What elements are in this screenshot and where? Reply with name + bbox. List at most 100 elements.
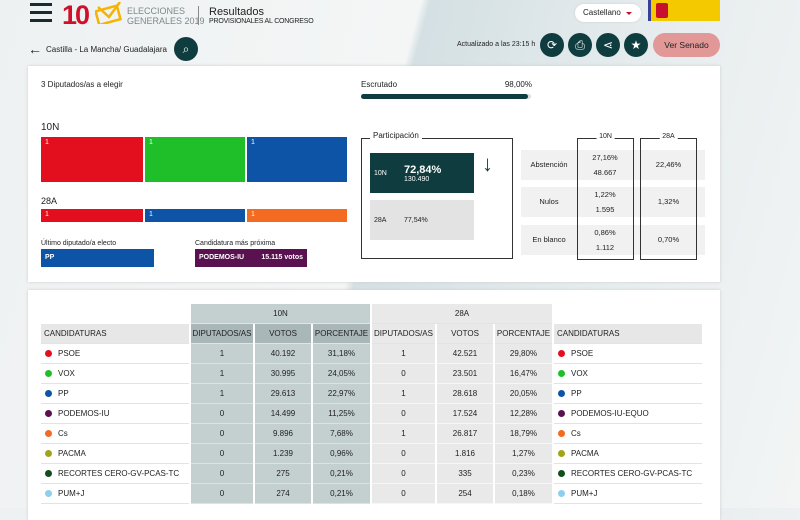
votes-10n: 14.499 <box>255 404 311 424</box>
party-color-dot <box>558 450 565 457</box>
pct-10n: 0,21% <box>313 484 370 504</box>
group-10n: 10N <box>191 304 370 324</box>
stat-label: En blanco <box>532 235 566 244</box>
party-cell: PUM+J <box>41 484 189 504</box>
seats-10n: 0 <box>191 424 253 444</box>
col-candidaturas: CANDIDATURAS <box>41 324 189 344</box>
party-color-dot <box>558 470 565 477</box>
pct-10n: 7,68% <box>313 424 370 444</box>
seats-28a: 1 <box>372 384 435 404</box>
party-name: PP <box>58 389 69 398</box>
seat-bar-28a-cs: 1 <box>247 209 347 222</box>
share-icon[interactable]: ⋖ <box>596 33 620 57</box>
participation-28a: 28A 77,54% <box>370 200 474 240</box>
seats-10n: 0 <box>191 484 253 504</box>
party-name: PACMA <box>58 449 86 458</box>
next-party-box: PODEMOS-IU 15.115 votos <box>195 249 307 267</box>
party-cell: PODEMOS-IU <box>41 404 189 424</box>
next-party-votes: 15.115 votos <box>261 254 303 261</box>
pct-10n: 0,96% <box>313 444 370 464</box>
pct-28a: 16,47% <box>495 364 552 384</box>
table-row: PSOE 1 40.192 31,18% 1 42.521 29,80% PSOE <box>41 344 702 364</box>
ver-senado-button[interactable]: Ver Senado <box>653 33 720 57</box>
votes-10n: 274 <box>255 484 311 504</box>
updated-time: Actualizado a las 23:15 h <box>457 41 536 48</box>
pct-28a: 18,79% <box>495 424 552 444</box>
refresh-icon[interactable]: ⟳ <box>540 33 564 57</box>
party-name: VOX <box>58 369 75 378</box>
party-color-dot <box>558 430 565 437</box>
votes-10n: 9.896 <box>255 424 311 444</box>
table-row: PUM+J 0 274 0,21% 0 254 0,18% PUM+J <box>41 484 702 504</box>
logo-line1: ELECCIONES <box>127 6 186 16</box>
pct-28a: 0,18% <box>495 484 552 504</box>
table-row: Cs 0 9.896 7,68% 1 26.817 18,79% Cs <box>41 424 702 444</box>
participation-10n-pct: 72,84% <box>404 163 442 176</box>
government-logo <box>648 0 720 21</box>
col-dip-28a: DIPUTADOS/AS <box>372 324 435 344</box>
seats-10n: 0 <box>191 404 253 424</box>
star-icon[interactable]: ★ <box>624 33 648 57</box>
table-row: PP 1 29.613 22,97% 1 28.618 20,05% PP <box>41 384 702 404</box>
menu-icon[interactable] <box>30 3 52 22</box>
seats-10n: 0 <box>191 444 253 464</box>
party-cell-28a: PUM+J <box>554 484 702 504</box>
pct-10n: 11,25% <box>313 404 370 424</box>
title: Resultados <box>209 6 265 18</box>
seat-bar-10n-psoe: 1 <box>41 137 143 182</box>
party-color-dot <box>45 410 52 417</box>
pct-28a: 0,23% <box>495 464 552 484</box>
logo-line2: GENERALES 2019 <box>127 16 205 26</box>
pct-10n: 31,18% <box>313 344 370 364</box>
stats-col-28a: 28A <box>640 133 697 260</box>
party-cell-28a: VOX <box>554 364 702 384</box>
party-name: PSOE <box>58 349 81 358</box>
party-name-28a: VOX <box>571 369 588 378</box>
party-name: PODEMOS-IU <box>58 409 110 418</box>
table-row: PODEMOS-IU 0 14.499 11,25% 0 17.524 12,28% P… <box>41 404 702 424</box>
party-cell-28a: PSOE <box>554 344 702 364</box>
page-title: Resultados PROVISIONALES AL CONGRESO <box>209 6 314 25</box>
seats-10n: 1 <box>191 344 253 364</box>
seats-28a: 0 <box>372 404 435 424</box>
seats-28a: 0 <box>372 484 435 504</box>
seats-28a: 1 <box>372 424 435 444</box>
pct-28a: 12,28% <box>495 404 552 424</box>
seats-to-elect: 3 Diputados/as a elegir <box>41 80 123 89</box>
print-icon[interactable]: ⎙ <box>568 33 592 57</box>
votes-28a: 42.521 <box>437 344 493 364</box>
party-cell-28a: Cs <box>554 424 702 444</box>
party-cell-28a: PACMA <box>554 444 702 464</box>
party-color-dot <box>558 410 565 417</box>
col-pct-28a: PORCENTAJE <box>495 324 552 344</box>
bars-28a-label: 28A <box>41 196 58 206</box>
seat-bar-28a-psoe: 1 <box>41 209 143 222</box>
logo-number: 10 <box>62 0 90 30</box>
last-elected-party: PP <box>41 249 154 267</box>
votes-10n: 30.995 <box>255 364 311 384</box>
language-select[interactable]: Castellano <box>575 4 641 22</box>
seats-10n: 0 <box>191 464 253 484</box>
pct-28a: 29,80% <box>495 344 552 364</box>
escrutado-progress <box>361 94 531 99</box>
party-color-dot <box>45 370 52 377</box>
votes-10n: 275 <box>255 464 311 484</box>
party-color-dot <box>45 450 52 457</box>
search-icon[interactable]: ⌕ <box>173 37 198 61</box>
votes-28a: 26.817 <box>437 424 493 444</box>
back-arrow-icon[interactable]: ← <box>28 41 42 57</box>
party-cell: VOX <box>41 364 189 384</box>
participation-10n-votes: 130.490 <box>404 175 430 183</box>
party-color-dot <box>45 430 52 437</box>
stat-label: Nulos <box>539 197 559 206</box>
envelope-logo-icon <box>95 2 123 24</box>
breadcrumb-text[interactable]: Castilla - La Mancha/ Guadalajara <box>46 45 167 54</box>
party-color-dot <box>558 490 565 497</box>
party-color-dot <box>558 350 565 357</box>
pct-10n: 22,97% <box>313 384 370 404</box>
party-name-28a: PACMA <box>571 449 599 458</box>
breadcrumb[interactable]: ← Castilla - La Mancha/ Guadalajara ⌕ <box>28 37 198 61</box>
col-votos-10n: VOTOS <box>255 324 311 344</box>
participation-box: 10N 72,84% 130.490 28A 77,54% ↓ <box>361 138 513 259</box>
votes-10n: 29.613 <box>255 384 311 404</box>
